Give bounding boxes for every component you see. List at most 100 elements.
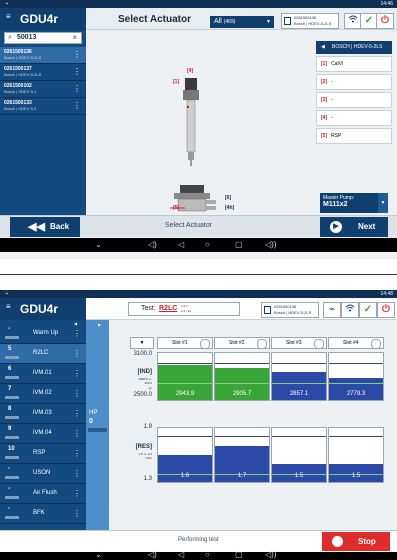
result-item[interactable]: 0261500102 Bosch | HDEV 5.1 ⋮ bbox=[0, 81, 86, 98]
more-icon[interactable]: ⋮ bbox=[73, 389, 81, 398]
marker-1 bbox=[187, 106, 189, 108]
res-gauge: 1.5 bbox=[328, 427, 384, 483]
nav-recent-icon[interactable]: ▢ bbox=[235, 240, 243, 249]
ind-gauge: 2857.1 bbox=[271, 352, 327, 401]
stop-label: Stop bbox=[358, 537, 376, 546]
power-icon[interactable]: ⏻ bbox=[376, 13, 394, 29]
keyboard-icon[interactable]: ⌄ bbox=[95, 550, 102, 559]
slot-header[interactable]: Slot #2 bbox=[214, 337, 270, 349]
slot-toggle[interactable] bbox=[200, 339, 210, 349]
search-input[interactable]: 50013 bbox=[17, 34, 36, 41]
more-icon[interactable]: ⋮ bbox=[73, 449, 81, 458]
result-item[interactable]: 0261500133 Bosch | HDEV 5.2 ⋮ bbox=[0, 98, 86, 115]
test-step-item[interactable]: 10 RSP ⋮ bbox=[0, 444, 86, 464]
master-pump-dropdown[interactable]: ▼ bbox=[378, 193, 388, 213]
master-pump-value: M111x2 bbox=[323, 201, 348, 208]
slot-menu-button[interactable]: ▼ bbox=[130, 337, 154, 349]
android-nav-bar: ⌄ ◁) ◁ ○ ▢ ◁)) bbox=[0, 238, 397, 252]
step-indicator bbox=[5, 496, 19, 499]
pulse-icon[interactable]: ⌁ bbox=[323, 302, 341, 318]
legend-text: - bbox=[331, 115, 333, 121]
back-button[interactable]: ◀◀ Back bbox=[10, 217, 80, 237]
step-label: RSP bbox=[33, 450, 46, 456]
footer-title: Select Actuator bbox=[165, 222, 213, 229]
result-item[interactable]: 0261500136 Bosch | HDEV-5-2LS ⋮ bbox=[0, 47, 86, 64]
test-step-item[interactable]: 7 iVM.02 ⋮ bbox=[0, 384, 86, 404]
wifi-icon[interactable] bbox=[341, 302, 359, 318]
slot-toggle[interactable] bbox=[314, 339, 324, 349]
more-icon[interactable]: ⋮ bbox=[73, 84, 81, 93]
volume-up-icon[interactable]: ◁)) bbox=[265, 550, 276, 559]
more-icon[interactable]: ⋮ bbox=[73, 489, 81, 498]
step-indicator bbox=[5, 476, 19, 479]
step-number: 5 bbox=[8, 346, 12, 352]
result-desc: Bosch | HDEV-5-2LS bbox=[4, 55, 42, 60]
res-tag: [RES] bbox=[135, 444, 152, 450]
step-label: R2LC bbox=[33, 350, 49, 356]
nav-home-icon[interactable]: ○ bbox=[205, 240, 210, 249]
volume-icon[interactable]: ◁) bbox=[148, 550, 157, 559]
legend-header[interactable]: ◀ BOSCH | HDEV-5-2LS bbox=[316, 41, 392, 54]
filter-dropdown[interactable]: All (469) ▼ bbox=[210, 16, 274, 28]
nav-back-icon[interactable]: ◁ bbox=[178, 240, 184, 249]
nav-recent-icon[interactable]: ▢ bbox=[235, 550, 243, 559]
slot-toggle[interactable] bbox=[371, 339, 381, 349]
legend-num: [4] bbox=[321, 115, 328, 121]
test-step-item[interactable]: - Warm Up ⋮ bbox=[0, 324, 86, 344]
more-icon[interactable]: ⋮ bbox=[73, 509, 81, 518]
more-icon[interactable]: ⋮ bbox=[73, 329, 81, 338]
search-icon: ⌕ bbox=[8, 34, 12, 41]
vci-line2: Bosch | HDEV-5-2LS bbox=[294, 21, 332, 26]
test-step-item[interactable]: - BFK ⋮ bbox=[0, 504, 86, 524]
limit-marker-upper bbox=[158, 363, 212, 364]
check-icon[interactable]: ✓ bbox=[359, 302, 377, 318]
slot-header[interactable]: Slot #4 bbox=[328, 337, 384, 349]
more-icon[interactable]: ⋮ bbox=[73, 67, 81, 76]
device-icon bbox=[264, 306, 271, 314]
volume-icon[interactable]: ◁) bbox=[148, 240, 157, 249]
slot-toggle[interactable] bbox=[257, 339, 267, 349]
menu-icon[interactable]: ≡ bbox=[6, 12, 11, 21]
result-desc: Bosch | HDEV 5.1 bbox=[4, 89, 37, 94]
slot-header[interactable]: Slot #1 bbox=[157, 337, 213, 349]
slot-label: Slot #4 bbox=[343, 340, 359, 346]
res-top-label: 1.9 bbox=[143, 424, 152, 430]
status-time: 14:48 bbox=[380, 291, 393, 297]
slot-header[interactable]: Slot #3 bbox=[271, 337, 327, 349]
step-number: - bbox=[8, 326, 10, 332]
test-step-item[interactable]: - Air Flush ⋮ bbox=[0, 484, 86, 504]
keyboard-icon[interactable]: ⌄ bbox=[95, 240, 102, 249]
result-item[interactable]: 0261500137 Bosch | HDEV-5-2LS ⋮ bbox=[0, 64, 86, 81]
more-icon[interactable]: ⋮ bbox=[73, 349, 81, 358]
search-field[interactable]: ⌕ 50013 × bbox=[4, 32, 82, 44]
connector-part bbox=[185, 78, 197, 92]
app-title: GDU4r bbox=[0, 298, 86, 320]
more-icon[interactable]: ⋮ bbox=[73, 101, 81, 110]
nav-back-icon[interactable]: ◁ bbox=[178, 550, 184, 559]
test-box: Test: R2LC 2.9 T 2.4 | 24 bbox=[128, 302, 240, 316]
clear-icon[interactable]: × bbox=[72, 33, 77, 42]
test-step-item[interactable]: 6 iVM.01 ⋮ bbox=[0, 364, 86, 384]
stop-button[interactable]: Stop bbox=[322, 532, 390, 551]
play-icon: ▶ bbox=[330, 221, 342, 233]
more-icon[interactable]: ⋮ bbox=[73, 369, 81, 378]
test-step-item[interactable]: 5 R2LC ⋮ bbox=[0, 344, 86, 364]
expand-icon[interactable]: ▶ bbox=[98, 322, 101, 327]
test-step-item[interactable]: - USON ⋮ bbox=[0, 464, 86, 484]
nav-home-icon[interactable]: ○ bbox=[205, 550, 210, 559]
more-icon[interactable]: ⋮ bbox=[73, 469, 81, 478]
vci-info[interactable]: 0261500136 Bosch | HDEV-5-2LS bbox=[261, 302, 319, 318]
result-desc: Bosch | HDEV 5.2 bbox=[4, 106, 37, 111]
test-step-item[interactable]: 8 iVM.03 ⋮ bbox=[0, 404, 86, 424]
ind-unit: uL bbox=[148, 386, 152, 390]
test-step-item[interactable]: 9 iVM.04 ⋮ bbox=[0, 424, 86, 444]
more-icon[interactable]: ⋮ bbox=[73, 429, 81, 438]
res-value: 1.5 bbox=[351, 473, 361, 479]
more-icon[interactable]: ⋮ bbox=[73, 409, 81, 418]
power-icon[interactable]: ⏻ bbox=[377, 302, 395, 318]
volume-up-icon[interactable]: ◁)) bbox=[265, 240, 276, 249]
more-icon[interactable]: ⋮ bbox=[73, 50, 81, 59]
menu-icon[interactable]: ≡ bbox=[6, 302, 11, 311]
vci-info[interactable]: 0261500136 Bosch | HDEV-5-2LS bbox=[281, 13, 339, 29]
next-button[interactable]: ▶ Next bbox=[320, 217, 388, 237]
